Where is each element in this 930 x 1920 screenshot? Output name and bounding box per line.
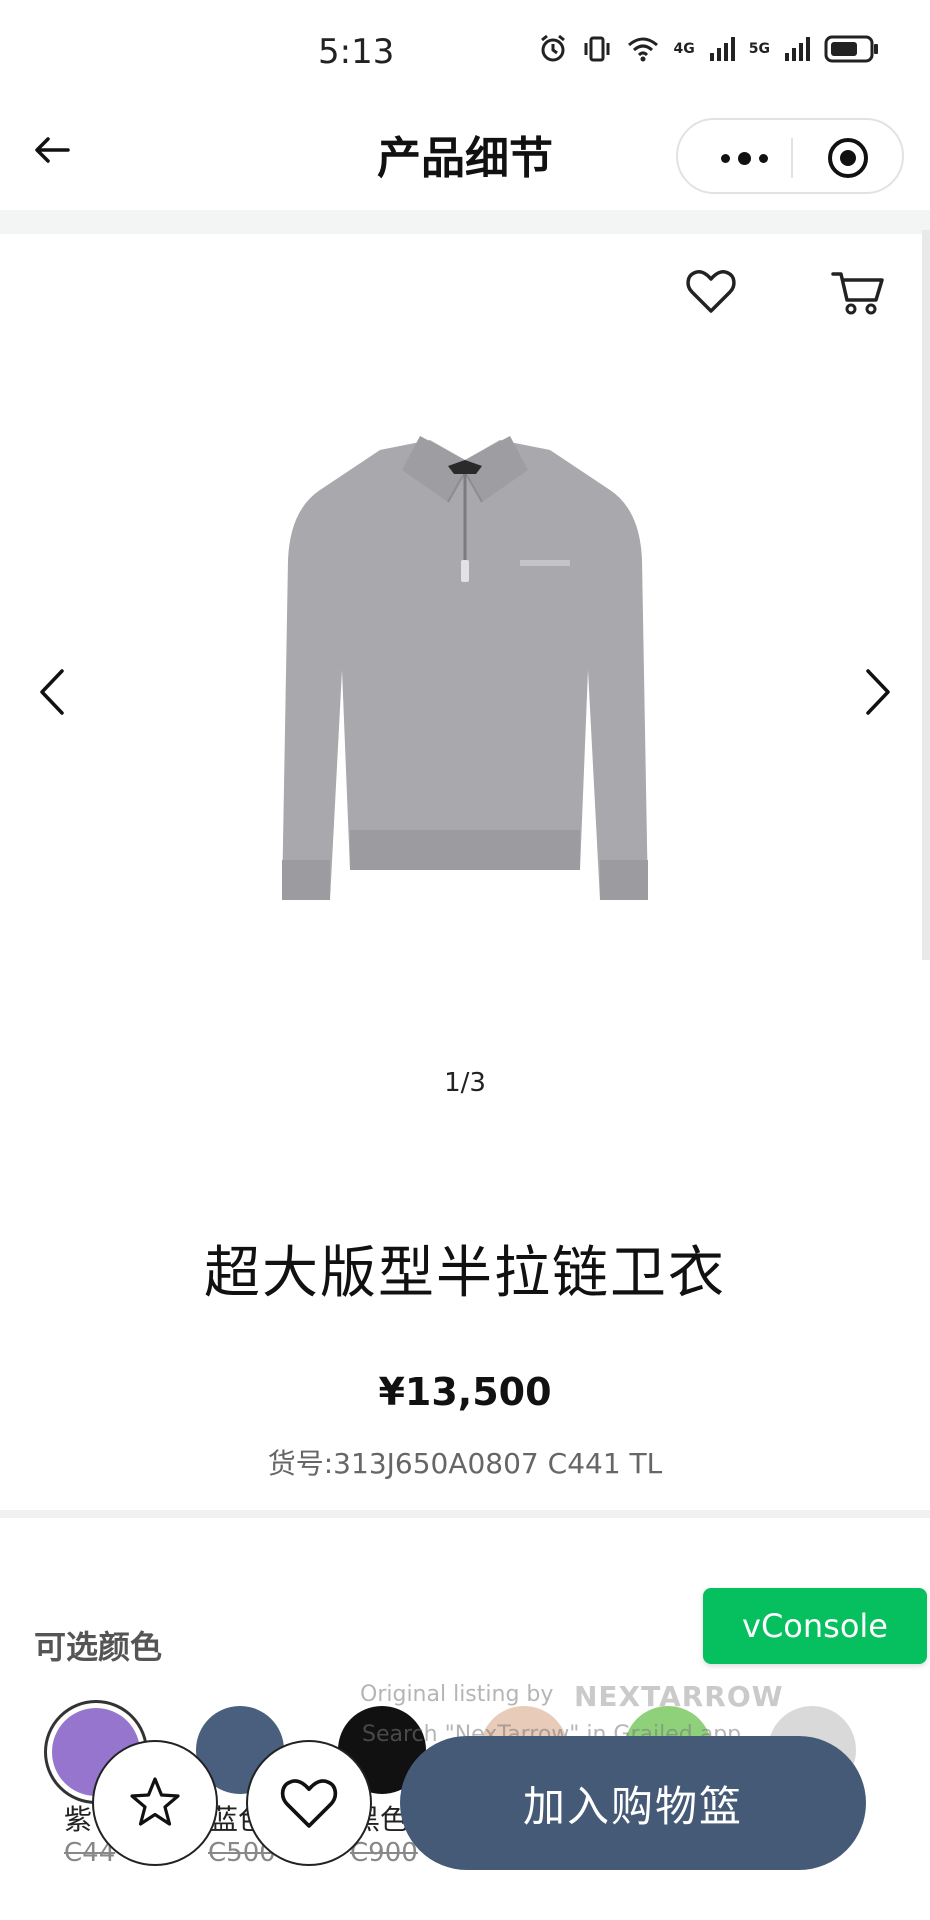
- network-label-5g: 5G: [748, 41, 770, 57]
- product-sku: 货号:313J650A0807 C441 TL: [267, 1447, 663, 1480]
- next-image-arrow-icon[interactable]: [856, 665, 900, 719]
- more-dots-icon[interactable]: [704, 138, 784, 178]
- status-icons: 4G 5G: [538, 34, 880, 64]
- alarm-icon: [540, 34, 565, 62]
- network-label-4g: 4G: [673, 41, 695, 57]
- colors-label: 可选颜色: [34, 1628, 163, 1666]
- add-to-cart-button[interactable]: 加入购物篮: [400, 1736, 866, 1870]
- wishlist-button[interactable]: [246, 1740, 372, 1866]
- prev-image-arrow-icon[interactable]: [30, 665, 74, 719]
- capsule-divider: [791, 138, 793, 178]
- section-divider: [0, 1510, 930, 1518]
- add-to-cart-label: 加入购物篮: [522, 1781, 743, 1831]
- status-time: 5:13: [318, 32, 395, 72]
- product-image: [282, 436, 648, 900]
- battery-icon: [824, 35, 878, 63]
- cart-icon[interactable]: [830, 264, 886, 320]
- vibrate-icon: [584, 36, 610, 62]
- product-price: ¥13,500: [378, 1370, 552, 1414]
- signal-icon: [709, 37, 735, 61]
- star-button[interactable]: [92, 1740, 218, 1866]
- heart-icon: [280, 1779, 338, 1828]
- favorite-heart-icon[interactable]: [684, 264, 738, 318]
- nav-divider: [0, 210, 930, 234]
- product-title: 超大版型半拉链卫衣: [204, 1241, 726, 1306]
- mini-program-capsule: [676, 118, 904, 194]
- image-pager: 1/3: [444, 1068, 486, 1098]
- signal-icon-2: [785, 37, 810, 61]
- close-target-icon[interactable]: [826, 136, 870, 180]
- vconsole-button[interactable]: vConsole: [703, 1588, 927, 1664]
- watermark-text: Original listing by: [360, 1682, 554, 1707]
- swatch-name: 紫: [64, 1803, 93, 1836]
- watermark-brand: NEXTARROW: [574, 1680, 784, 1713]
- star-icon: [130, 1777, 180, 1826]
- swatch-code: C900: [350, 1838, 418, 1868]
- wifi-icon: [627, 37, 658, 62]
- scrollbar[interactable]: [922, 230, 930, 960]
